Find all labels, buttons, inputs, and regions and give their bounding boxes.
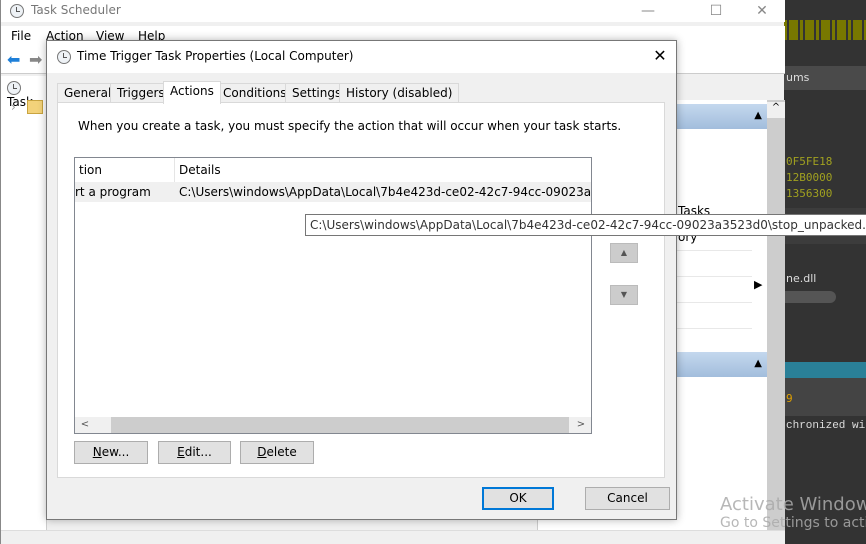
timeline-bar <box>784 20 866 40</box>
clock-icon <box>10 4 24 18</box>
log-line: chronized wi <box>786 420 866 432</box>
column-header-action[interactable]: tion <box>75 158 175 182</box>
menu-file[interactable]: File <box>11 29 31 43</box>
ok-button[interactable]: OK <box>482 487 554 510</box>
edit-button[interactable]: Edit... <box>158 441 231 464</box>
bg-value: 9 <box>786 392 793 405</box>
actions-tab-panel: When you create a task, you must specify… <box>57 102 665 478</box>
expand-chevron-icon[interactable]: › <box>11 100 16 114</box>
hex-value: 12B0000 <box>786 171 833 184</box>
selected-row <box>784 362 866 378</box>
bg-scrollbar[interactable] <box>784 291 836 303</box>
move-up-button[interactable]: ▲ <box>610 243 638 263</box>
delete-button[interactable]: Delete <box>240 441 314 464</box>
dialog-title: Time Trigger Task Properties (Local Comp… <box>77 49 354 63</box>
task-properties-dialog: Time Trigger Task Properties (Local Comp… <box>46 40 677 520</box>
clock-icon <box>57 50 71 64</box>
title-bar: Task Scheduler — ☐ ✕ <box>1 0 785 22</box>
activation-watermark: Activate Windows Go to Settings to activ… <box>720 494 866 531</box>
status-bar <box>1 530 785 544</box>
table-row[interactable]: rt a program C:\Users\windows\AppData\Lo… <box>75 182 591 202</box>
minimize-button[interactable]: — <box>625 0 671 22</box>
submenu-arrow-icon: ▶ <box>754 278 763 291</box>
hex-value: 1356300 <box>786 187 833 200</box>
tab-actions[interactable]: Actions <box>163 81 221 104</box>
details-tooltip: C:\Users\windows\AppData\Local\7b4e423d-… <box>305 214 866 236</box>
watermark-title: Activate Windows <box>720 494 866 515</box>
close-button[interactable]: ✕ <box>739 0 785 22</box>
actions-list: tion Details rt a program C:\Users\windo… <box>74 157 592 434</box>
watermark-subtitle: Go to Settings to activate Windows. <box>720 515 866 531</box>
dialog-title-bar: Time Trigger Task Properties (Local Comp… <box>47 41 676 73</box>
collapse-icon: ▲ <box>754 110 762 121</box>
tab-conditions[interactable]: Conditions <box>216 83 294 103</box>
column-header-details[interactable]: Details <box>175 158 591 182</box>
scroll-up-icon[interactable]: ^ <box>767 102 785 118</box>
horizontal-scrollbar[interactable]: < > <box>75 417 591 433</box>
actions-scrollbar[interactable]: ^ <box>767 100 785 544</box>
dll-label: ne.dll <box>786 272 817 285</box>
dialog-close-button[interactable]: ✕ <box>644 41 676 71</box>
clock-icon <box>7 81 21 95</box>
hex-value: 0F5FE18 <box>786 155 833 168</box>
bg-header: ums <box>784 66 866 90</box>
cancel-button[interactable]: Cancel <box>585 487 670 510</box>
back-arrow-icon[interactable]: ⬅ <box>7 52 23 68</box>
scroll-left-icon[interactable]: < <box>77 417 93 433</box>
new-button[interactable]: New... <box>74 441 148 464</box>
action-cell: rt a program <box>75 185 151 199</box>
forward-arrow-icon[interactable]: ➡ <box>29 52 42 68</box>
folder-clock-icon[interactable] <box>27 100 43 114</box>
scroll-right-icon[interactable]: > <box>573 417 589 433</box>
move-down-button[interactable]: ▼ <box>610 285 638 305</box>
tab-history[interactable]: History (disabled) <box>339 83 460 103</box>
instruction-text: When you create a task, you must specify… <box>78 119 622 133</box>
background-app: ums 0F5FE18 12B0000 1356300 ne.dll 9 chr… <box>784 0 866 544</box>
details-cell: C:\Users\windows\AppData\Local\7b4e423d-… <box>179 185 592 199</box>
maximize-button[interactable]: ☐ <box>693 0 739 22</box>
scrollbar-thumb[interactable] <box>111 417 569 433</box>
collapse-icon: ▲ <box>754 358 762 369</box>
window-title: Task Scheduler <box>31 3 121 17</box>
navigation-tree: Task › <box>1 76 47 536</box>
